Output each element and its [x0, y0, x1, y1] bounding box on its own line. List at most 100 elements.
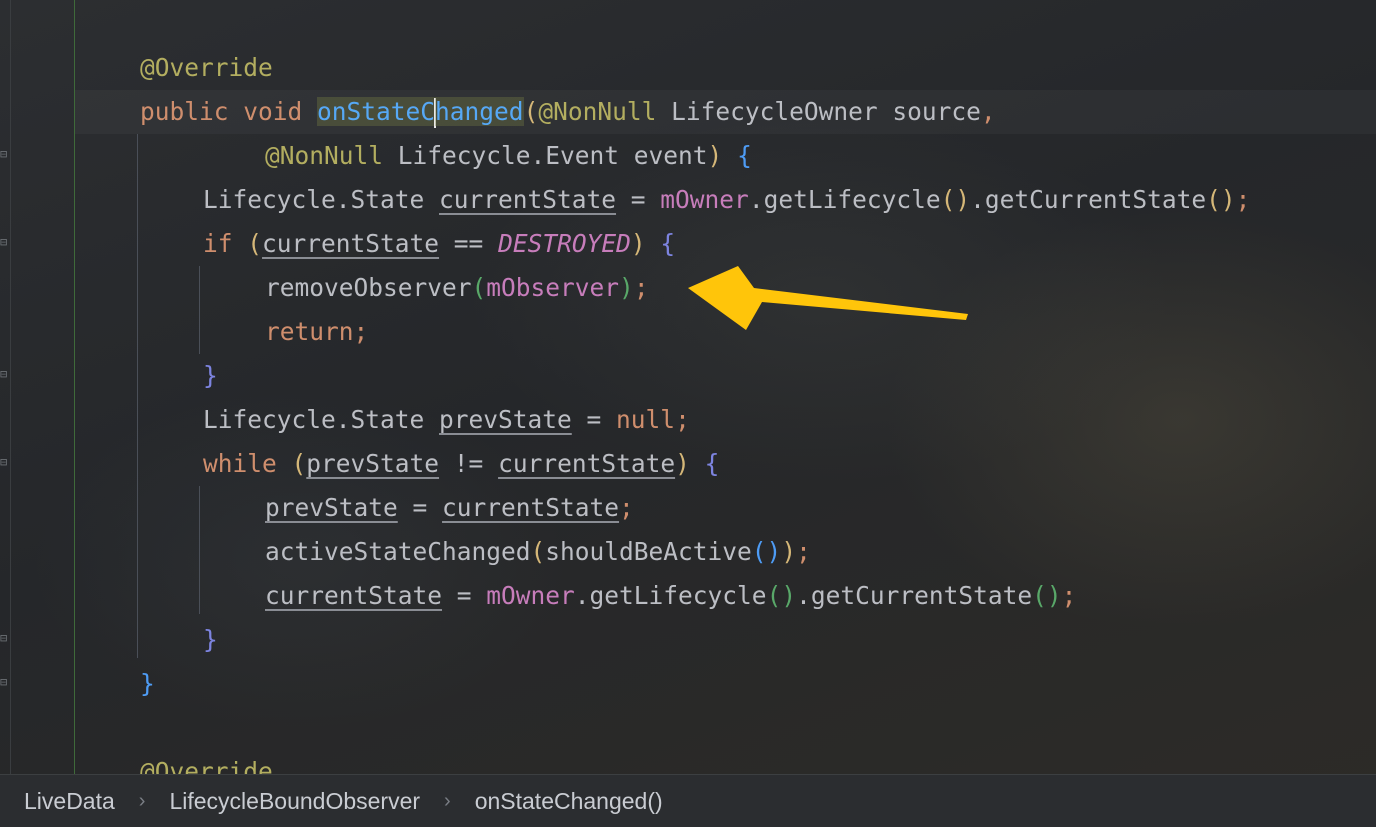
code-token: () [1032, 581, 1062, 610]
code-token: ; [619, 493, 634, 522]
code-token: = [397, 493, 443, 522]
code-token: removeObserver [265, 273, 472, 302]
code-line[interactable]: removeObserver(mObserver); [265, 266, 649, 310]
breadcrumb: LiveData › LifecycleBoundObserver › onSt… [0, 774, 1376, 827]
code-token: } [203, 625, 218, 654]
code-token: .getCurrentState [796, 581, 1033, 610]
code-line[interactable]: } [203, 354, 218, 398]
code-token: .getLifecycle [748, 185, 941, 214]
code-token: () [766, 581, 797, 610]
code-token: } [203, 361, 218, 390]
code-line[interactable]: } [140, 662, 155, 706]
code-token: = [616, 185, 661, 214]
breadcrumb-item-livedata[interactable]: LiveData [0, 788, 115, 815]
code-token: currentState [439, 185, 617, 214]
code-token: @NonNull [265, 141, 398, 170]
code-token: shouldBeActive [545, 537, 752, 566]
code-line[interactable]: @Override [140, 46, 273, 90]
code-token: prevState [265, 493, 398, 522]
code-token: .getLifecycle [574, 581, 767, 610]
code-token: == [439, 229, 499, 258]
fold-marker-icon[interactable]: ⊟ [0, 234, 9, 250]
fold-marker-icon[interactable]: ⊟ [0, 454, 9, 470]
code-token: prevState [306, 449, 440, 478]
breadcrumb-item-method[interactable]: onStateChanged() [451, 788, 663, 815]
code-line[interactable]: } [203, 618, 218, 662]
code-token: = [571, 405, 617, 434]
code-token: ( [523, 97, 539, 126]
code-token: public [140, 97, 244, 126]
code-token: onStateC [317, 97, 436, 126]
code-line[interactable]: while (prevState != currentState) { [203, 442, 719, 486]
fold-marker-icon[interactable]: ⊟ [0, 674, 9, 690]
code-token: mObserver [486, 273, 620, 302]
code-token: while [203, 449, 292, 478]
code-token: } [140, 669, 155, 698]
indent-guide [199, 266, 200, 354]
code-line[interactable]: Lifecycle.State prevState = null; [203, 398, 690, 442]
code-token: Lifecycle.Event event [397, 141, 708, 170]
code-token: ; [633, 273, 649, 302]
code-token: ; [796, 537, 811, 566]
code-token: () [1206, 185, 1236, 214]
fold-marker-icon[interactable]: ⊟ [0, 146, 9, 162]
code-line[interactable]: currentState = mOwner.getLifecycle().get… [265, 574, 1076, 618]
code-token: return [265, 317, 354, 346]
code-line[interactable]: activeStateChanged(shouldBeActive()); [265, 530, 811, 574]
code-token: Lifecycle.State [203, 405, 440, 434]
code-token: { [704, 449, 720, 478]
code-line[interactable]: @NonNull Lifecycle.Event event) { [265, 134, 752, 178]
code-token: null [616, 405, 676, 434]
code-token: ; [1235, 185, 1251, 214]
code-token: LifecycleOwner source [671, 97, 981, 126]
code-token: ; [353, 317, 369, 346]
code-token: if [203, 229, 248, 258]
code-token: = [442, 581, 487, 610]
code-token: { [660, 229, 676, 258]
code-token: hanged [435, 97, 524, 126]
code-token: { [737, 141, 752, 170]
code-token: mOwner [486, 581, 575, 610]
code-token: DESTROYED [498, 229, 631, 258]
code-token: ; [1061, 581, 1077, 610]
code-token: , [980, 97, 996, 126]
code-token: ) [781, 537, 797, 566]
code-token: ) [707, 141, 723, 170]
breadcrumb-separator: › [444, 789, 451, 812]
code-token: .getCurrentState [970, 185, 1207, 214]
code-token: Lifecycle.State [203, 185, 440, 214]
code-line[interactable]: if (currentState == DESTROYED) { [203, 222, 675, 266]
code-token: () [751, 537, 782, 566]
code-token: != [439, 449, 499, 478]
code-token: ( [247, 229, 263, 258]
code-token: ) [619, 273, 634, 302]
code-token: ( [291, 449, 307, 478]
breadcrumb-item-class[interactable]: LifecycleBoundObserver [145, 788, 420, 815]
indent-guide [199, 486, 200, 614]
code-token: @NonNull [538, 97, 672, 126]
code-line[interactable]: public void onStateChanged(@NonNull Life… [140, 90, 996, 134]
indent-guide [137, 134, 138, 658]
code-line[interactable]: prevState = currentState; [265, 486, 634, 530]
code-token: ; [675, 405, 690, 434]
fold-marker-icon[interactable]: ⊟ [0, 630, 9, 646]
code-token: () [940, 185, 971, 214]
code-token: ( [471, 273, 487, 302]
breadcrumb-separator: › [138, 789, 146, 812]
fold-marker-icon[interactable]: ⊟ [0, 366, 9, 382]
code-token: currentState [262, 229, 440, 258]
code-line[interactable]: return; [265, 310, 368, 354]
code-token: prevState [439, 405, 572, 434]
code-token: ) [630, 229, 646, 258]
annotation-arrow-icon [688, 266, 968, 330]
code-token: mOwner [660, 185, 749, 214]
code-token: @Override [140, 53, 273, 82]
code-line[interactable]: Lifecycle.State currentState = mOwner.ge… [203, 178, 1250, 222]
gutter [0, 0, 11, 778]
code-token: activeStateChanged [265, 537, 531, 566]
code-token: currentState [498, 449, 676, 478]
code-token: void [243, 97, 318, 126]
